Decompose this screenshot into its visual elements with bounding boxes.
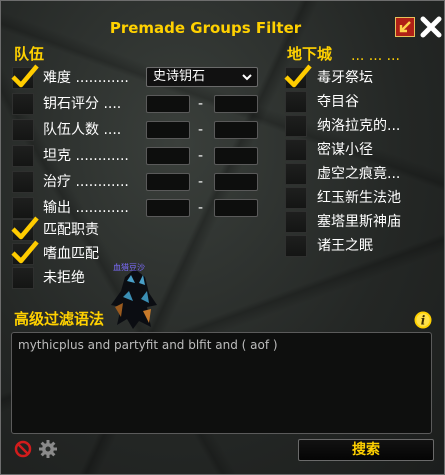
range-separator: - bbox=[198, 122, 204, 138]
arrow-down-left-icon bbox=[399, 21, 411, 33]
dungeon-checkbox[interactable] bbox=[284, 64, 312, 89]
checkmark-icon bbox=[11, 240, 39, 264]
party-row-max-input[interactable] bbox=[214, 199, 258, 217]
dungeon-checkbox[interactable] bbox=[285, 235, 307, 257]
range-separator: - bbox=[198, 148, 204, 164]
info-icon[interactable]: i bbox=[414, 311, 432, 329]
dungeon-label: 纳洛拉克的... bbox=[317, 118, 401, 134]
party-row-max-input[interactable] bbox=[214, 121, 258, 139]
title-bar[interactable]: Premade Groups Filter bbox=[1, 1, 445, 39]
dungeon-label: 红玉新生法池 bbox=[317, 190, 401, 206]
filter-window: Premade Groups Filter 队伍 难度 ............… bbox=[0, 0, 445, 475]
reset-filter-icon[interactable] bbox=[14, 440, 32, 458]
dungeon-checkbox[interactable] bbox=[285, 163, 307, 185]
dungeons-section-title: 地下城 bbox=[287, 45, 333, 63]
svg-text:i: i bbox=[421, 314, 426, 328]
advanced-section-title: 高级过滤语法 bbox=[14, 310, 105, 328]
party-row-checkbox[interactable] bbox=[12, 119, 34, 141]
difficulty-checkbox[interactable] bbox=[11, 64, 39, 89]
minimize-button[interactable] bbox=[395, 17, 415, 37]
dungeon-checkbox[interactable] bbox=[285, 115, 307, 137]
filter-expression-text: mythicplus and partyfit and blfit and ( … bbox=[18, 338, 278, 352]
flag-checkbox[interactable] bbox=[12, 267, 34, 289]
dungeon-checkbox[interactable] bbox=[285, 187, 307, 209]
filter-expression-editor[interactable]: mythicplus and partyfit and blfit and ( … bbox=[11, 332, 432, 434]
flag-label: 匹配职责 bbox=[43, 222, 99, 238]
party-row-min-input[interactable] bbox=[146, 95, 190, 113]
dungeon-label: 虚空之痕竟... bbox=[317, 166, 401, 182]
range-separator: - bbox=[198, 96, 204, 112]
dungeon-label: 毒牙祭坛 bbox=[317, 70, 373, 86]
party-row-label: 钥石评分 .... bbox=[43, 96, 122, 112]
range-separator: - bbox=[198, 200, 204, 216]
difficulty-selected-value: 史诗钥石 bbox=[153, 69, 206, 84]
party-row-min-input[interactable] bbox=[146, 121, 190, 139]
party-row-checkbox[interactable] bbox=[12, 171, 34, 193]
window-title: Premade Groups Filter bbox=[109, 19, 302, 37]
dungeon-checkbox[interactable] bbox=[285, 91, 307, 113]
party-section-title: 队伍 bbox=[14, 45, 45, 63]
dungeon-label: 夺目谷 bbox=[317, 94, 359, 110]
party-row-checkbox[interactable] bbox=[12, 93, 34, 115]
flag-label: 未拒绝 bbox=[43, 270, 85, 286]
party-row-max-input[interactable] bbox=[214, 95, 258, 113]
party-row-label: 队伍人数 .... bbox=[43, 122, 122, 138]
range-separator: - bbox=[198, 174, 204, 190]
chevron-down-icon bbox=[242, 74, 252, 81]
dungeon-label: 诸王之眠 bbox=[317, 238, 373, 254]
flag-label: 嗜血匹配 bbox=[43, 246, 99, 262]
party-row-min-input[interactable] bbox=[146, 199, 190, 217]
party-row-max-input[interactable] bbox=[214, 173, 258, 191]
search-button[interactable]: 搜索 bbox=[298, 439, 434, 461]
difficulty-dropdown[interactable]: 史诗钥石 bbox=[146, 67, 258, 87]
checkmark-icon bbox=[284, 64, 312, 88]
dungeon-label: 密谋小径 bbox=[317, 142, 373, 158]
party-row-label: 坦克 ............ bbox=[43, 148, 129, 164]
flag-checkbox[interactable] bbox=[11, 240, 39, 265]
party-row-min-input[interactable] bbox=[146, 173, 190, 191]
party-row-checkbox[interactable] bbox=[12, 145, 34, 167]
checkmark-icon bbox=[11, 64, 39, 88]
dungeon-label: 塞塔里斯神庙 bbox=[317, 214, 401, 230]
dungeons-title-dots: ... ... ... bbox=[351, 48, 400, 64]
close-icon[interactable] bbox=[419, 15, 443, 39]
gear-icon[interactable] bbox=[38, 439, 58, 459]
portrait-name-label: 血猎豆沙 bbox=[113, 263, 145, 272]
dungeon-checkbox[interactable] bbox=[285, 211, 307, 233]
dungeon-checkbox[interactable] bbox=[285, 139, 307, 161]
party-row-max-input[interactable] bbox=[214, 147, 258, 165]
party-row-label: 输出 ............ bbox=[43, 200, 129, 216]
party-row-min-input[interactable] bbox=[146, 147, 190, 165]
difficulty-label: 难度 ............ bbox=[43, 70, 129, 86]
party-row-label: 治疗 ............ bbox=[43, 174, 129, 190]
